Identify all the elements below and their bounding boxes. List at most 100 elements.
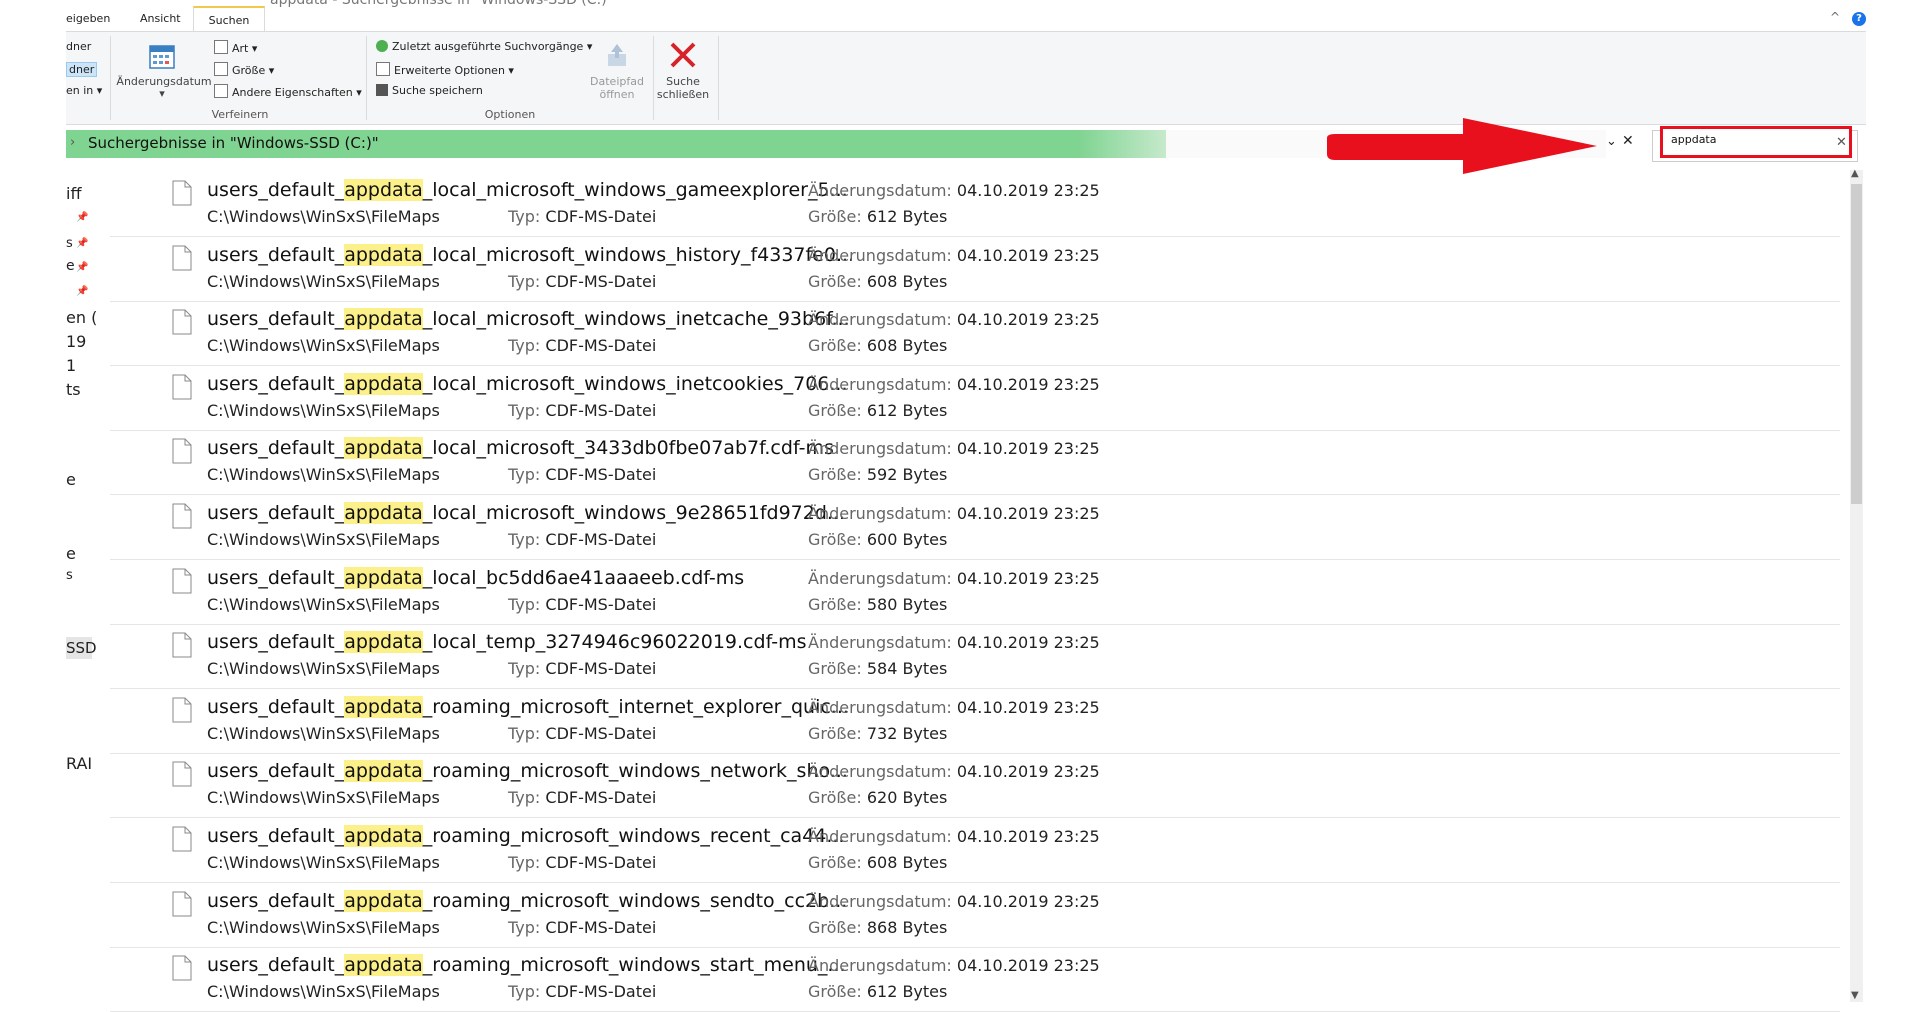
result-row[interactable]: users_default_appdata_roaming_microsoft_… [110,689,1840,754]
help-icon[interactable]: ? [1852,12,1866,26]
search-highlight: appdata [344,372,423,395]
file-name[interactable]: users_default_appdata_local_microsoft_wi… [207,179,848,201]
result-row[interactable]: users_default_appdata_local_temp_3274946… [110,624,1840,690]
result-row[interactable]: users_default_appdata_local_microsoft_34… [110,430,1840,496]
file-size: Größe: 608 Bytes [808,853,948,872]
file-name[interactable]: users_default_appdata_local_microsoft_wi… [207,502,845,524]
scrollbar-thumb[interactable] [1851,184,1862,504]
suche-speichern-button[interactable]: Suche speichern [376,84,483,97]
nav-fragment[interactable]: ts [66,380,81,399]
file-name[interactable]: users_default_appdata_local_microsoft_wi… [207,308,850,331]
nav-fragment[interactable]: iff [66,184,81,203]
dateipfad-oeffnen-button: Dateipfad öffnen [590,75,644,101]
close-search-icon[interactable] [668,40,698,70]
nav-fragment[interactable]: 1 [66,356,76,375]
file-type: Typ: CDF-MS-Datei [508,207,657,226]
file-path: C:\Windows\WinSxS\FileMaps [207,465,440,485]
nav-fragment[interactable]: 19 [66,332,86,351]
result-row[interactable]: users_default_appdata_local_bc5dd6ae41aa… [110,560,1840,625]
zuletzt-button[interactable]: Zuletzt ausgeführte Suchvorgänge ▾ [376,40,592,53]
open-path-icon [604,42,630,68]
search-highlight: appdata [344,566,423,589]
ribbon-fragment[interactable]: en in ▾ [66,84,102,97]
file-name[interactable]: users_default_appdata_roaming_microsoft_… [207,760,848,783]
nav-fragment[interactable]: en ( [66,308,97,327]
result-row[interactable]: users_default_appdata_local_microsoft_wi… [110,301,1840,367]
file-name[interactable]: users_default_appdata_local_temp_3274946… [207,631,806,654]
scroll-up-icon[interactable]: ▲ [1851,168,1859,179]
pin-icon: 📌 [76,212,89,223]
file-type: Typ: CDF-MS-Datei [508,788,657,808]
search-clear-icon[interactable]: ✕ [1836,135,1847,150]
file-date: Änderungsdatum: 04.10.2019 23:25 [808,310,1100,330]
file-name[interactable]: users_default_appdata_local_microsoft_wi… [207,243,854,266]
recent-search-icon [376,40,388,52]
erweiterte-optionen-button[interactable]: Erweiterte Optionen ▾ [376,62,514,77]
annotation-arrow-icon [1325,118,1597,178]
file-icon [172,245,192,271]
tab-ansicht[interactable]: Ansicht [140,8,181,30]
nav-fragment[interactable]: s [66,236,73,251]
file-icon [172,891,192,917]
result-row[interactable]: users_default_appdata_roaming_microsoft_… [110,818,1840,883]
ribbon-collapse-icon[interactable]: ^ [1830,10,1840,24]
result-row[interactable]: users_default_appdata_roaming_microsoft_… [110,753,1840,819]
search-highlight: appdata [344,502,423,524]
groesse-button[interactable]: Größe ▾ [214,62,274,77]
file-name[interactable]: users_default_appdata_roaming_microsoft_… [207,825,844,847]
ribbon-fragment-selected[interactable]: dner [66,62,98,77]
file-path: C:\Windows\WinSxS\FileMaps [207,336,440,356]
file-name[interactable]: users_default_appdata_roaming_microsoft_… [207,954,846,977]
file-size: Größe: 732 Bytes [808,723,948,743]
file-icon [172,180,192,206]
file-date: Änderungsdatum: 04.10.2019 23:25 [808,504,1100,523]
file-path: C:\Windows\WinSxS\FileMaps [207,207,440,226]
breadcrumb-chevron-icon[interactable]: › [70,135,75,150]
tab-freigeben[interactable]: eigeben [66,8,110,30]
address-clear-icon[interactable]: ✕ [1622,133,1634,149]
file-date: Änderungsdatum: 04.10.2019 23:25 [808,762,1100,782]
chevron-down-icon: ▾ [159,87,165,100]
tab-suchen[interactable]: Suchen [193,6,265,34]
file-size: Größe: 612 Bytes [808,982,948,1002]
file-name[interactable]: users_default_appdata_local_bc5dd6ae41aa… [207,566,744,589]
search-input-highlight[interactable] [1660,126,1852,158]
file-date: Änderungsdatum: 04.10.2019 23:25 [808,181,1100,200]
file-path: C:\Windows\WinSxS\FileMaps [207,723,440,743]
file-name[interactable]: users_default_appdata_roaming_microsoft_… [207,889,847,912]
file-type: Typ: CDF-MS-Datei [508,853,657,872]
result-row[interactable]: users_default_appdata_roaming_microsoft_… [110,883,1840,948]
nav-fragment[interactable]: s [66,568,73,583]
file-date: Änderungsdatum: 04.10.2019 23:25 [808,891,1100,911]
ribbon-fragment[interactable]: dner [66,40,91,53]
search-highlight: appdata [344,437,423,460]
result-row[interactable]: users_default_appdata_roaming_microsoft_… [110,947,1840,1012]
andere-eigenschaften-button[interactable]: Andere Eigenschaften ▾ [214,84,362,99]
scroll-down-icon[interactable]: ▼ [1851,990,1859,1001]
art-button[interactable]: Art ▾ [214,40,257,55]
file-name[interactable]: users_default_appdata_roaming_microsoft_… [207,695,849,718]
address-location[interactable]: Suchergebnisse in "Windows-SSD (C:)" [88,134,379,152]
pin-icon: 📌 [76,238,89,249]
result-row[interactable]: users_default_appdata_local_microsoft_wi… [110,237,1840,302]
group-label-optionen: Optionen [484,108,536,121]
pin-icon: 📌 [76,262,89,273]
file-date: Änderungsdatum: 04.10.2019 23:25 [808,568,1100,588]
file-icon [172,955,192,981]
file-name[interactable]: users_default_appdata_local_microsoft_wi… [207,372,848,395]
result-row[interactable]: users_default_appdata_local_microsoft_wi… [110,172,1840,237]
search-highlight: appdata [344,760,423,783]
nav-fragment[interactable]: e [66,544,76,563]
calendar-icon[interactable] [148,42,176,70]
nav-fragment[interactable]: e [66,470,76,489]
nav-fragment[interactable]: RAI [66,754,92,773]
file-name[interactable]: users_default_appdata_local_microsoft_34… [207,437,834,460]
result-row[interactable]: users_default_appdata_local_microsoft_wi… [110,495,1840,560]
nav-fragment[interactable]: e [66,258,75,274]
search-input[interactable] [1671,133,1831,146]
nav-item-ssd[interactable]: SSD [66,637,97,659]
file-size: Größe: 608 Bytes [808,336,948,356]
result-row[interactable]: users_default_appdata_local_microsoft_wi… [110,366,1840,431]
suche-schliessen-button[interactable]: Suche schließen [652,75,714,101]
address-dropdown-icon[interactable]: ⌄ [1606,134,1617,149]
